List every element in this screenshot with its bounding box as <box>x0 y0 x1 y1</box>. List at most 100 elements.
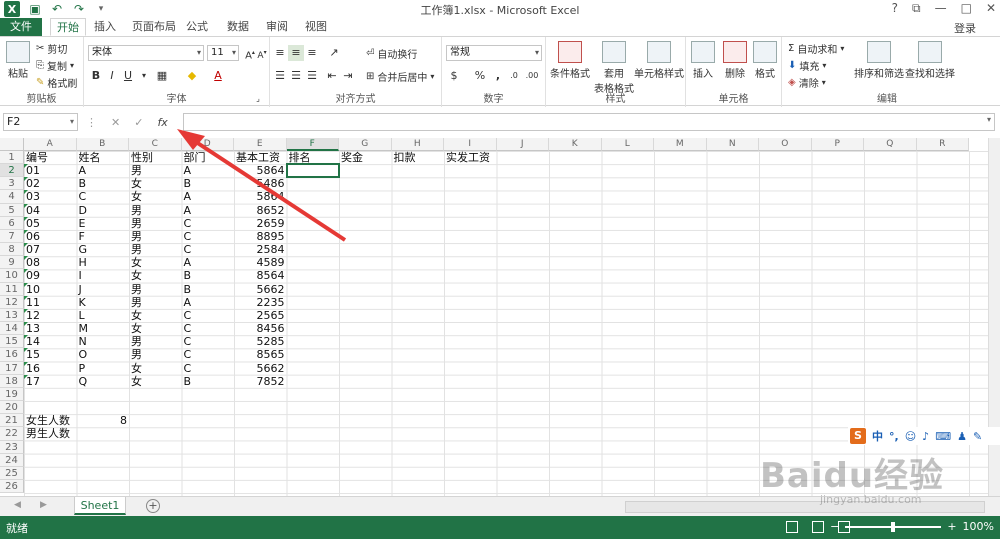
row-header-14[interactable]: 14 <box>0 322 24 336</box>
cell-a21[interactable]: 女生人数 <box>24 414 77 427</box>
cell-d8[interactable]: C <box>182 243 235 256</box>
paste-button[interactable]: 粘贴 <box>4 41 32 80</box>
cell-b1[interactable]: 姓名 <box>77 151 130 164</box>
sheet-tab-sheet1[interactable]: Sheet1 <box>74 497 126 515</box>
row-header-23[interactable]: 23 <box>0 440 24 454</box>
accounting-format-icon[interactable]: $ <box>446 68 462 84</box>
cell-a3[interactable]: 02 <box>24 177 77 190</box>
cell-styles-button[interactable]: 单元格样式 <box>634 41 684 80</box>
cell-b9[interactable]: H <box>77 256 130 269</box>
cell-e14[interactable]: 8456 <box>234 322 287 335</box>
format-as-table-button[interactable]: 套用 表格格式 <box>590 41 638 95</box>
cell-c12[interactable]: 男 <box>129 296 182 309</box>
cell-e15[interactable]: 5285 <box>234 335 287 348</box>
cell-d17[interactable]: C <box>182 362 235 375</box>
row-header-26[interactable]: 26 <box>0 480 24 494</box>
cell-d7[interactable]: C <box>182 230 235 243</box>
row-header-22[interactable]: 22 <box>0 427 24 441</box>
tab-page-layout[interactable]: 页面布局 <box>126 18 182 36</box>
cell-c15[interactable]: 男 <box>129 335 182 348</box>
cell-a7[interactable]: 06 <box>24 229 77 243</box>
format-cells-button[interactable]: 格式 <box>750 41 780 80</box>
fill-color-icon[interactable]: ◆ <box>184 68 200 84</box>
ribbon-display-icon[interactable]: ⧉ <box>912 1 921 16</box>
row-header-18[interactable]: 18 <box>0 374 24 388</box>
cell-a12[interactable]: 11 <box>24 295 77 309</box>
enter-icon[interactable]: ✓ <box>134 116 143 129</box>
underline-button[interactable]: U <box>120 68 136 84</box>
cell-a4[interactable]: 03 <box>24 190 77 203</box>
cell-b15[interactable]: N <box>77 335 130 348</box>
column-header-e[interactable]: E <box>234 138 287 151</box>
column-header-g[interactable]: G <box>339 138 392 151</box>
cell-b3[interactable]: B <box>77 177 130 190</box>
cell-e17[interactable]: 5662 <box>234 362 287 375</box>
cell-e16[interactable]: 8565 <box>234 348 287 361</box>
cell-b16[interactable]: O <box>77 348 130 361</box>
cell-c4[interactable]: 女 <box>129 190 182 203</box>
cell-c17[interactable]: 女 <box>129 362 182 375</box>
merge-center-button[interactable]: ⊞ 合并后居中 ▾ <box>366 69 434 84</box>
cell-d16[interactable]: C <box>182 348 235 361</box>
formula-input[interactable]: ▾ <box>183 113 995 131</box>
cell-a5[interactable]: 04 <box>24 203 77 217</box>
format-painter-button[interactable]: ✎ 格式刷 <box>36 75 77 90</box>
name-box[interactable]: F2 ▾ <box>3 113 78 131</box>
fill-button[interactable]: ⬇ 填充 ▾ <box>788 58 826 73</box>
cell-b6[interactable]: E <box>77 217 130 230</box>
column-header-c[interactable]: C <box>129 138 182 151</box>
clear-button[interactable]: ◈ 清除 ▾ <box>788 75 826 90</box>
cell-b21[interactable]: 8 <box>77 414 130 427</box>
prev-sheet-icon[interactable]: ◀ <box>14 500 21 510</box>
cell-c1[interactable]: 性别 <box>129 151 182 164</box>
comma-style-icon[interactable]: , <box>490 68 506 84</box>
cell-a2[interactable]: 01 <box>24 164 77 177</box>
tab-insert[interactable]: 插入 <box>88 18 122 36</box>
align-top-icon[interactable]: ≡ <box>272 45 288 61</box>
row-header-2[interactable]: 2 <box>0 164 24 178</box>
cell-a1[interactable]: 编号 <box>24 151 77 164</box>
insert-cells-button[interactable]: 插入 <box>688 41 718 80</box>
tab-review[interactable]: 审阅 <box>260 18 294 36</box>
increase-decimal-icon[interactable]: .0 <box>506 68 522 84</box>
underline-dropdown-icon[interactable]: ▾ <box>136 68 152 84</box>
insert-function-icon[interactable]: fx <box>157 116 167 129</box>
align-middle-icon[interactable]: ≡ <box>288 45 304 61</box>
row-header-19[interactable]: 19 <box>0 387 24 402</box>
cell-d9[interactable]: A <box>182 256 235 269</box>
number-format-combo[interactable]: 常规 ▾ <box>446 45 542 61</box>
cell-a22[interactable]: 男生人数 <box>24 427 77 440</box>
row-header-7[interactable]: 7 <box>0 229 24 244</box>
align-center-icon[interactable]: ☰ <box>288 68 304 84</box>
autosum-button[interactable]: Σ 自动求和 ▾ <box>788 41 844 56</box>
decrease-indent-icon[interactable]: ⇤ <box>324 68 340 84</box>
cell-b4[interactable]: C <box>77 190 130 203</box>
percent-button[interactable]: % <box>472 68 488 84</box>
cell-c2[interactable]: 男 <box>129 164 182 177</box>
cell-b17[interactable]: P <box>77 362 130 375</box>
cell-a8[interactable]: 07 <box>24 243 77 256</box>
tools-icon[interactable]: ✎ <box>973 430 982 443</box>
cell-a13[interactable]: 12 <box>24 308 77 322</box>
column-header-l[interactable]: L <box>601 138 654 151</box>
active-cell-selection[interactable] <box>285 163 340 179</box>
cell-b5[interactable]: D <box>77 204 130 217</box>
cell-b13[interactable]: L <box>77 309 130 322</box>
cell-d3[interactable]: B <box>182 177 235 190</box>
cell-a17[interactable]: 16 <box>24 361 77 375</box>
row-header-11[interactable]: 11 <box>0 282 24 296</box>
cell-a15[interactable]: 14 <box>24 335 77 348</box>
conditional-format-button[interactable]: 条件格式 <box>548 41 592 80</box>
help-icon[interactable]: ? <box>892 1 898 16</box>
cell-c3[interactable]: 女 <box>129 177 182 190</box>
cell-g1[interactable]: 奖金 <box>339 151 392 164</box>
cell-b8[interactable]: G <box>77 243 130 256</box>
login-link[interactable]: 登录 <box>954 20 976 36</box>
row-header-20[interactable]: 20 <box>0 401 24 415</box>
zoom-level[interactable]: 100% <box>963 520 994 533</box>
cell-a10[interactable]: 09 <box>24 269 77 282</box>
maximize-icon[interactable]: □ <box>961 1 972 16</box>
zoom-thumb[interactable] <box>891 521 896 532</box>
column-header-o[interactable]: O <box>759 138 812 151</box>
cell-b11[interactable]: J <box>77 283 130 296</box>
